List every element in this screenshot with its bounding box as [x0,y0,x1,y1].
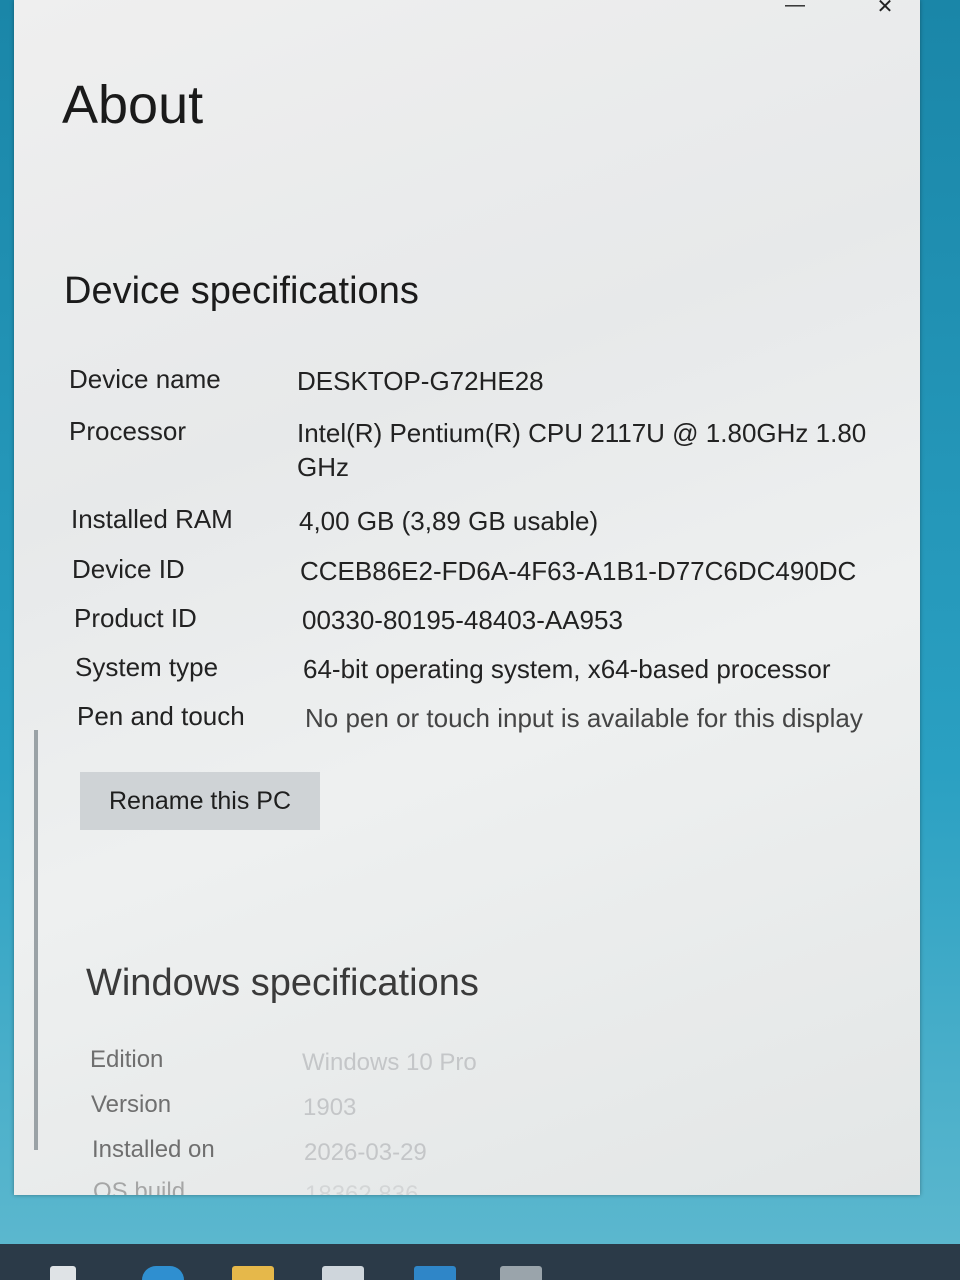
spec-value: 2026-03-29 [304,1139,427,1166]
mail-icon[interactable] [414,1266,456,1280]
spec-label: OS build [93,1178,186,1195]
spec-value: Intel(R) Pentium(R) CPU 2117U @ 1.80GHz … [297,418,867,482]
spec-label: Processor [69,416,187,446]
spec-label: Device name [69,364,221,394]
windows-specifications-heading: Windows specifications [86,962,479,1004]
scrollbar[interactable] [34,730,38,1150]
spec-value: 18362.836 [305,1181,419,1195]
spec-row-system-type: System type 64-bit operating system, x64… [75,652,893,686]
spec-value: 64-bit operating system, x64-based proce… [303,654,831,684]
spec-row-product-id: Product ID 00330-80195-48403-AA953 [74,603,892,637]
spec-label: Version [91,1091,172,1118]
spec-value: CCEB86E2-FD6A-4F63-A1B1-D77C6DC490DC [300,556,857,586]
spec-row-edition: Edition Windows 10 Pro [90,1046,892,1080]
spec-label: Pen and touch [77,701,245,731]
task-view-icon[interactable] [50,1266,76,1280]
close-icon[interactable]: ✕ [870,0,900,19]
page-title: About [62,75,204,135]
spec-value: Windows 10 Pro [302,1049,477,1076]
minimize-icon[interactable]: — [780,0,810,19]
spec-row-version: Version 1903 [91,1091,893,1125]
taskbar [0,1244,960,1280]
spec-row-processor: Processor Intel(R) Pentium(R) CPU 2117U … [69,416,887,484]
spec-row-pen-and-touch: Pen and touch No pen or touch input is a… [77,701,915,735]
spec-label: Edition [90,1046,164,1073]
spec-row-installed-on: Installed on 2026-03-29 [92,1136,894,1170]
spec-row-os-build: OS build 18362.836 [93,1178,895,1195]
settings-window: — ✕ About Device specifications Device n… [14,0,920,1195]
settings-icon[interactable] [500,1266,542,1280]
spec-label: Product ID [74,603,197,633]
spec-value: 4,00 GB (3,89 GB usable) [299,506,599,536]
spec-row-installed-ram: Installed RAM 4,00 GB (3,89 GB usable) [71,504,889,538]
photo-frame: — ✕ About Device specifications Device n… [0,0,960,1280]
rename-this-pc-button[interactable]: Rename this PC [80,772,320,830]
spec-value: DESKTOP-G72HE28 [297,366,544,396]
store-icon[interactable] [322,1266,364,1280]
spec-label: Device ID [72,554,185,584]
spec-value: 00330-80195-48403-AA953 [302,605,623,635]
spec-label: Installed on [92,1136,215,1163]
spec-row-device-id: Device ID CCEB86E2-FD6A-4F63-A1B1-D77C6D… [72,554,890,588]
window-controls: — ✕ [780,0,900,19]
spec-label: Installed RAM [71,504,233,534]
spec-value: 1903 [303,1094,357,1121]
edge-icon[interactable] [142,1266,184,1280]
spec-value: No pen or touch input is available for t… [305,703,863,733]
file-explorer-icon[interactable] [232,1266,274,1280]
device-specifications-heading: Device specifications [64,270,419,312]
spec-row-device-name: Device name DESKTOP-G72HE28 [69,364,887,398]
spec-label: System type [75,652,219,682]
